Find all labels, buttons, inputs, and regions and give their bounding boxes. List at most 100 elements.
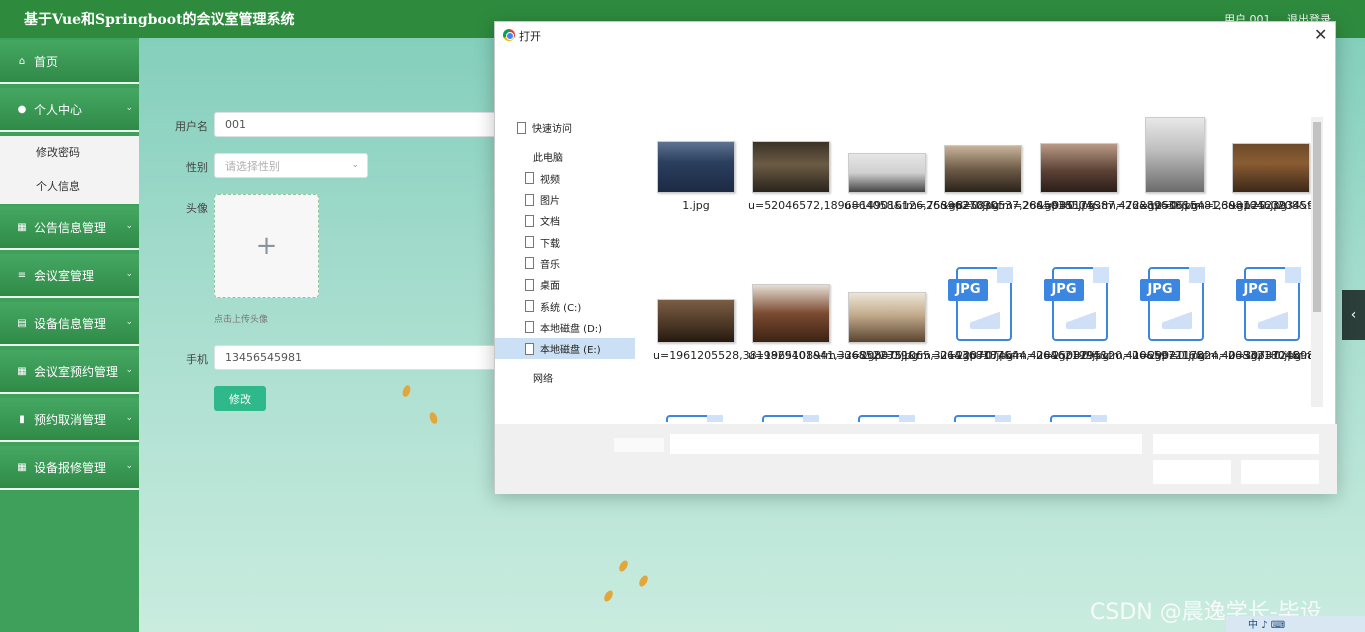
- nav-label: 本地磁盘 (D:): [540, 323, 603, 335]
- decoration: [401, 384, 412, 398]
- filename-input[interactable]: [670, 434, 1142, 454]
- app-title: 基于Vue和Springboot的会议室管理系统: [24, 12, 295, 28]
- nav-label: 此电脑: [533, 153, 563, 165]
- nav-item-quick-access[interactable]: 快速访问: [495, 117, 635, 138]
- chevron-down-icon: ⌄: [351, 160, 359, 170]
- file-icon: [525, 193, 534, 206]
- image-thumbnail: [848, 153, 926, 193]
- nav-item-drive-e[interactable]: 本地磁盘 (E:): [495, 337, 635, 360]
- file-item[interactable]: JPG u=2508295120,4106597216&fm=26&gp=0.j…: [1036, 267, 1301, 362]
- image-thumbnail: [752, 141, 830, 193]
- gender-placeholder: 请选择性别: [225, 159, 280, 173]
- scrollbar-thumb[interactable]: [1313, 122, 1321, 312]
- sidebar-item-devices[interactable]: ▤ 设备信息管理 ⌄: [0, 302, 139, 346]
- file-icon: [525, 300, 534, 313]
- sidebar-item-label: 个人中心: [34, 102, 83, 117]
- nav-label: 网络: [533, 374, 553, 386]
- sidebar-item-rooms[interactable]: ≡ 会议室管理 ⌄: [0, 254, 139, 298]
- submit-button[interactable]: 修改: [214, 386, 266, 411]
- file-icon: [525, 342, 534, 355]
- file-item[interactable]: u=985175387,472289638&fm=26&gp=0.jpg: [1036, 143, 1287, 212]
- file-item[interactable]: u=2080751065,3214368187&fm=26&gp=0.jpg: [844, 292, 1109, 362]
- file-item[interactable]: 1.jpg: [653, 141, 739, 212]
- file-icon: [525, 236, 534, 249]
- nav-item-this-pc[interactable]: 此电脑: [495, 146, 635, 167]
- nav-item-pictures[interactable]: 图片: [495, 189, 635, 210]
- sidebar-item-home[interactable]: ⌂ 首页: [0, 40, 139, 84]
- sidebar-item-change-password[interactable]: 修改密码: [0, 136, 139, 170]
- file-item[interactable]: u=825830537,2845038504&fm=26&gp=0.jpg: [940, 145, 1198, 212]
- jpg-file-icon: JPG: [1236, 267, 1306, 343]
- file-item[interactable]: u=1961205528,3819829401&fm=26&gp=0.jpg: [653, 299, 918, 362]
- gender-select[interactable]: 请选择性别 ⌄: [214, 153, 368, 178]
- sidebar-item-label: 设备信息管理: [34, 316, 107, 331]
- nav-item-desktop[interactable]: 桌面: [495, 274, 635, 295]
- chevron-down-icon: ⌄: [125, 269, 133, 279]
- image-thumbnail: [1232, 143, 1310, 193]
- username-label: 用户名: [175, 120, 208, 133]
- nav-label: 本地磁盘 (E:): [540, 345, 601, 357]
- file-item[interactable]: u=52046572,1896864058&fm=26&gp=0.jpg: [748, 141, 999, 212]
- close-icon[interactable]: ✕: [1314, 25, 1327, 44]
- nav-item-drive-d[interactable]: 本地磁盘 (D:): [495, 317, 635, 338]
- phone-field[interactable]: 13456545981: [214, 345, 504, 370]
- image-thumbnail: [752, 284, 830, 343]
- nav-item-downloads[interactable]: 下载: [495, 231, 635, 252]
- upload-tip: 点击上传头像: [214, 315, 269, 325]
- file-open-dialog: 打开 ✕ 快速访问 此电脑 视频 图片 文档 下载 音乐 桌面 系统 (C:) …: [494, 21, 1337, 494]
- chevron-down-icon: ⌄: [125, 461, 133, 471]
- file-item[interactable]: u=149016126,753962709&fm=26&gp=0.jpg: [844, 153, 1095, 212]
- avatar-upload[interactable]: +: [214, 194, 319, 298]
- sidebar-item-cancellations[interactable]: ▮ 预约取消管理 ⌄: [0, 398, 139, 442]
- file-item[interactable]: JPG u=2902117824,4033321804&fm=26&gp=0.j…: [1132, 267, 1320, 362]
- open-button[interactable]: [1153, 460, 1231, 484]
- nav-label: 图片: [540, 196, 560, 208]
- dialog-nav-pane: 快速访问 此电脑 视频 图片 文档 下载 音乐 桌面 系统 (C:) 本地磁盘 …: [495, 117, 635, 389]
- cancel-button[interactable]: [1241, 460, 1319, 484]
- nav-item-music[interactable]: 音乐: [495, 253, 635, 274]
- file-item[interactable]: u=1965108941,3368522339&fm=26&gp=0.jpg: [748, 284, 1013, 362]
- grid-icon: ▦: [17, 221, 27, 233]
- lock-icon: ▮: [19, 413, 25, 425]
- sidebar-item-reservations[interactable]: ▦ 会议室预约管理 ⌄: [0, 350, 139, 394]
- avatar-label: 头像: [186, 202, 208, 215]
- nav-item-drive-c[interactable]: 系统 (C:): [495, 295, 635, 316]
- sidebar-item-personal-center[interactable]: ● 个人中心 ⌄: [0, 88, 139, 132]
- file-name: u=1252393459,682408378&fm=26&gp=0.jpg: [1228, 199, 1320, 212]
- sidebar-item-repairs[interactable]: ▦ 设备报修管理 ⌄: [0, 446, 139, 490]
- filename-label: [614, 438, 664, 452]
- image-thumbnail: [657, 141, 735, 193]
- nav-label: 下载: [540, 238, 560, 250]
- chevron-down-icon: ⌄: [125, 221, 133, 231]
- file-item[interactable]: u=1250615481,39810460208&fm=26&gp=0.jpg: [1132, 117, 1320, 212]
- file-icon: [525, 278, 534, 291]
- jpg-badge: JPG: [1044, 279, 1084, 301]
- grid-icon: ▦: [17, 365, 27, 377]
- username-field[interactable]: 001: [214, 112, 504, 137]
- user-icon: ●: [17, 103, 27, 115]
- nav-item-documents[interactable]: 文档: [495, 210, 635, 231]
- decoration: [617, 559, 630, 573]
- sidebar-item-personal-info[interactable]: 个人信息: [0, 170, 139, 204]
- sidebar-item-announcements[interactable]: ▦ 公告信息管理 ⌄: [0, 206, 139, 250]
- personal-center-submenu: 修改密码 个人信息: [0, 136, 139, 204]
- nav-item-network[interactable]: 网络: [495, 367, 635, 388]
- sidebar: ⌂ 首页 ● 个人中心 ⌄ 修改密码 个人信息 ▦ 公告信息管理 ⌄ ≡ 会议室…: [0, 38, 139, 632]
- image-thumbnail: [1040, 143, 1118, 193]
- jpg-file-icon: [1042, 415, 1112, 422]
- file-item[interactable]: u=1252393459,682408378&fm=26&gp=0.jpg: [1228, 143, 1320, 212]
- nav-label: 视频: [540, 174, 560, 186]
- system-tray: 中 ♪ ⌨: [1226, 616, 1365, 632]
- calendar-icon: ▤: [17, 317, 27, 329]
- collapse-panel-button[interactable]: ‹: [1342, 290, 1365, 340]
- image-thumbnail: [848, 292, 926, 343]
- file-icon: [517, 121, 526, 134]
- decoration: [637, 574, 650, 588]
- list-icon: ≡: [17, 269, 27, 281]
- file-item[interactable]: JPG u=3073724898,882948973&fm=11&gp=0.jp…: [1228, 267, 1320, 362]
- nav-item-videos[interactable]: 视频: [495, 168, 635, 189]
- file-item[interactable]: JPG u=2207074644,4284621994&fm=26&gp=0.j…: [940, 267, 1205, 362]
- filetype-select[interactable]: [1153, 434, 1319, 454]
- file-name: 1.jpg: [682, 199, 710, 212]
- decoration: [428, 411, 439, 425]
